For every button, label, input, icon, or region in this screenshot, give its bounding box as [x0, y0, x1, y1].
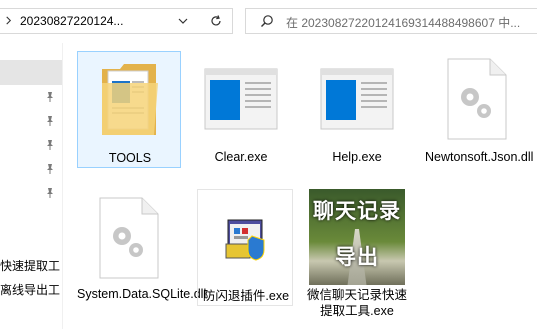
pin-icon[interactable] — [44, 115, 56, 127]
chevron-right-icon — [6, 16, 12, 25]
wechat-thumb-line1: 聊天记录 — [313, 200, 401, 223]
file-name: 防闪退插件.exe — [202, 289, 290, 303]
search-input[interactable]: 在 20230827220124169314488498607 中... — [286, 14, 536, 31]
installer-icon — [198, 190, 294, 286]
pin-icon[interactable] — [44, 91, 56, 103]
dll-file-icon — [425, 51, 529, 147]
file-name: TOOLS — [108, 151, 152, 165]
folder-icon — [78, 52, 182, 148]
search-box[interactable]: 在 20230827220124169314488498607 中... — [245, 8, 537, 34]
file-item-sqlite[interactable]: System.Data.SQLite.dll — [77, 190, 207, 326]
pin-icon[interactable] — [44, 139, 56, 151]
refresh-icon — [211, 15, 221, 26]
file-name: Newtonsoft.Json.dll — [425, 150, 534, 164]
address-path: 20230827220124... — [20, 14, 124, 28]
navigation-pane: 快速提取工 离线导出工 — [0, 43, 62, 329]
app-window-icon — [189, 51, 293, 147]
nav-item-label[interactable]: 离线导出工 — [0, 281, 62, 298]
wechat-tool-icon: 聊天记录 导出 — [305, 189, 409, 285]
refresh-button[interactable] — [200, 9, 232, 33]
app-window-icon — [305, 51, 409, 147]
nav-item-label[interactable]: 快速提取工 — [0, 257, 62, 274]
chevron-down-icon[interactable] — [178, 16, 188, 26]
nav-selected-item[interactable] — [0, 60, 62, 85]
file-name: 微信聊天记录快速提取工具.exe — [306, 288, 407, 318]
file-name: Clear.exe — [214, 150, 268, 164]
file-name: System.Data.SQLite.dll — [77, 287, 207, 301]
file-item-clear[interactable]: Clear.exe — [189, 51, 293, 168]
pin-icon[interactable] — [44, 187, 56, 199]
file-name: Help.exe — [332, 150, 382, 164]
dll-file-icon — [77, 190, 181, 286]
wechat-thumb-line2: 导出 — [335, 246, 379, 269]
file-item-anticrash[interactable]: 防闪退插件.exe — [197, 189, 293, 306]
pin-icon[interactable] — [44, 163, 56, 175]
address-toolbar: 20230827220124... 在 20230827220124169314… — [0, 0, 537, 43]
file-item-help[interactable]: Help.exe — [305, 51, 409, 168]
pane-divider — [62, 43, 63, 329]
search-icon — [261, 15, 273, 27]
file-item-tools[interactable]: TOOLS — [77, 51, 181, 168]
file-item-newtonsoft[interactable]: Newtonsoft.Json.dll — [425, 51, 534, 186]
file-item-wechat-tool[interactable]: 聊天记录 导出 微信聊天记录快速提取工具.exe — [305, 189, 409, 325]
address-bar[interactable]: 20230827220124... — [0, 8, 233, 34]
